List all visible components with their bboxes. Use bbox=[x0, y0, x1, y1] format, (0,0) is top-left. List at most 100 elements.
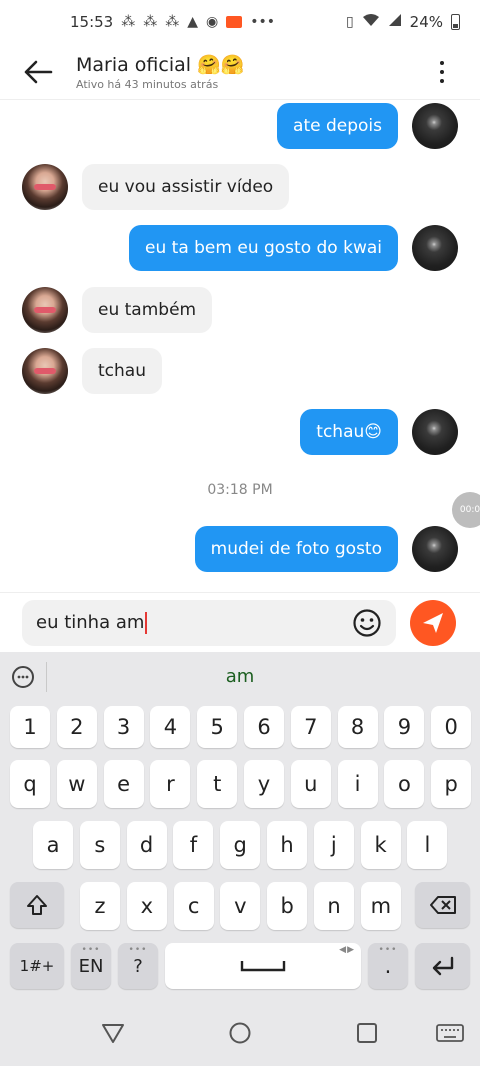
letter-key[interactable]: w bbox=[56, 760, 97, 808]
vibrate-icon: ▯ bbox=[345, 14, 354, 30]
letter-key[interactable]: l bbox=[407, 821, 448, 869]
notification-icon: ⁂ bbox=[143, 14, 158, 30]
language-key-label: EN bbox=[78, 955, 104, 977]
message-row: tchau bbox=[0, 348, 480, 394]
message-list[interactable]: ate depois eu vou assistir vídeo eu ta b… bbox=[0, 100, 480, 590]
letter-key[interactable]: i bbox=[337, 760, 378, 808]
letter-key[interactable]: q bbox=[10, 760, 50, 808]
letter-key[interactable]: k bbox=[360, 821, 401, 869]
signal-icon bbox=[388, 13, 402, 31]
keyboard: am 1234567890qwertyuiopasdfghjklzxcvbnm … bbox=[0, 652, 480, 996]
nav-recents-button[interactable] bbox=[352, 1018, 382, 1048]
chat-title-block[interactable]: Maria oficial 🤗🤗 Ativo há 43 minutos atr… bbox=[76, 53, 422, 91]
contact-avatar[interactable] bbox=[22, 164, 68, 210]
letter-key[interactable]: m bbox=[360, 882, 401, 930]
dot bbox=[440, 69, 444, 74]
nav-home-button[interactable] bbox=[225, 1018, 255, 1048]
message-row: eu vou assistir vídeo bbox=[0, 164, 480, 210]
question-key[interactable]: •••? bbox=[118, 943, 158, 989]
word-suggestion[interactable]: am bbox=[0, 666, 480, 687]
number-key[interactable]: 1 bbox=[10, 706, 50, 748]
message-bubble-outgoing[interactable]: ate depois bbox=[277, 103, 398, 149]
number-key[interactable]: 2 bbox=[56, 706, 97, 748]
letter-key[interactable]: s bbox=[79, 821, 120, 869]
battery-percent: 24% bbox=[409, 13, 443, 31]
input-text[interactable]: eu tinha am bbox=[36, 611, 148, 634]
notification-icon: ⁂ bbox=[121, 14, 136, 30]
more-notifications-icon: ••• bbox=[250, 14, 276, 30]
letter-key[interactable]: v bbox=[220, 882, 261, 930]
message-bubble-outgoing[interactable]: tchau😊 bbox=[300, 409, 398, 455]
nav-back-button[interactable] bbox=[98, 1018, 128, 1048]
letter-key[interactable]: e bbox=[103, 760, 144, 808]
letter-key[interactable]: o bbox=[384, 760, 425, 808]
nav-home-icon bbox=[229, 1022, 251, 1044]
number-key[interactable]: 5 bbox=[197, 706, 238, 748]
suggestion-bar: am bbox=[0, 652, 480, 702]
letter-key[interactable]: a bbox=[33, 821, 73, 869]
contact-avatar[interactable] bbox=[22, 287, 68, 333]
number-key[interactable]: 7 bbox=[290, 706, 331, 748]
message-row: tchau😊 bbox=[0, 409, 480, 455]
back-button[interactable] bbox=[0, 44, 76, 100]
number-key[interactable]: 8 bbox=[337, 706, 378, 748]
my-avatar[interactable] bbox=[412, 225, 458, 271]
number-key[interactable]: 3 bbox=[103, 706, 144, 748]
input-value: eu tinha am bbox=[36, 611, 145, 633]
contact-name: Maria oficial 🤗🤗 bbox=[76, 53, 245, 76]
my-avatar[interactable] bbox=[412, 409, 458, 455]
message-bubble-incoming[interactable]: eu também bbox=[82, 287, 213, 333]
letter-key[interactable]: b bbox=[267, 882, 308, 930]
floating-timer-badge[interactable]: 00:0 bbox=[452, 492, 480, 528]
letter-key[interactable]: h bbox=[267, 821, 307, 869]
message-bubble-incoming[interactable]: tchau bbox=[82, 348, 162, 394]
letter-key[interactable]: p bbox=[431, 760, 472, 808]
number-key[interactable]: 0 bbox=[431, 706, 472, 748]
letter-key[interactable]: y bbox=[244, 760, 284, 808]
shift-key[interactable] bbox=[10, 882, 64, 928]
nav-back-icon bbox=[102, 1024, 124, 1043]
enter-key[interactable] bbox=[415, 943, 470, 989]
my-avatar[interactable] bbox=[412, 526, 458, 572]
message-input[interactable]: eu tinha am bbox=[22, 599, 396, 646]
letter-key[interactable]: d bbox=[126, 821, 167, 869]
letter-key[interactable]: x bbox=[126, 882, 167, 930]
last-active-status: Ativo há 43 minutos atrás bbox=[76, 77, 219, 91]
enter-icon bbox=[432, 956, 453, 976]
message-bubble-outgoing[interactable]: eu ta bem eu gosto do kwai bbox=[129, 225, 398, 271]
backspace-key[interactable] bbox=[415, 882, 470, 928]
number-key[interactable]: 6 bbox=[244, 706, 284, 748]
contact-avatar[interactable] bbox=[22, 348, 68, 394]
period-key[interactable]: •••. bbox=[368, 943, 408, 989]
question-key-label: ? bbox=[133, 955, 143, 977]
language-key[interactable]: ••• EN bbox=[71, 943, 111, 989]
message-bubble-outgoing[interactable]: mudei de foto gosto bbox=[194, 526, 398, 572]
number-key[interactable]: 9 bbox=[384, 706, 425, 748]
status-bar: 15:53 ⁂ ⁂ ⁂ ▲ ◉ ••• ▯ 24% bbox=[0, 0, 480, 44]
letter-key[interactable]: u bbox=[290, 760, 331, 808]
letter-key[interactable]: f bbox=[173, 821, 214, 869]
period-key-label: . bbox=[384, 954, 392, 978]
more-options-button[interactable] bbox=[422, 44, 462, 100]
letter-key[interactable]: r bbox=[150, 760, 191, 808]
message-row: ate depois bbox=[0, 103, 480, 149]
letter-key[interactable]: z bbox=[80, 882, 120, 930]
nav-keyboard-button[interactable] bbox=[434, 1018, 466, 1048]
my-avatar[interactable] bbox=[412, 103, 458, 149]
warning-icon: ▲ bbox=[187, 14, 199, 30]
battery-icon bbox=[451, 14, 460, 30]
letter-key[interactable]: c bbox=[173, 882, 214, 930]
send-icon bbox=[423, 612, 443, 633]
symbols-key[interactable]: 1#+ bbox=[10, 943, 64, 989]
wifi-icon bbox=[362, 13, 380, 31]
letter-key[interactable]: n bbox=[314, 882, 354, 930]
letter-key[interactable]: j bbox=[313, 821, 354, 869]
message-bubble-incoming[interactable]: eu vou assistir vídeo bbox=[82, 164, 290, 210]
emoji-icon[interactable] bbox=[352, 608, 382, 638]
number-key[interactable]: 4 bbox=[150, 706, 191, 748]
composer-bar: eu tinha am bbox=[0, 592, 480, 652]
space-key[interactable]: ◀▶ bbox=[165, 943, 361, 989]
letter-key[interactable]: g bbox=[220, 821, 261, 869]
send-button[interactable] bbox=[410, 599, 456, 646]
letter-key[interactable]: t bbox=[197, 760, 238, 808]
